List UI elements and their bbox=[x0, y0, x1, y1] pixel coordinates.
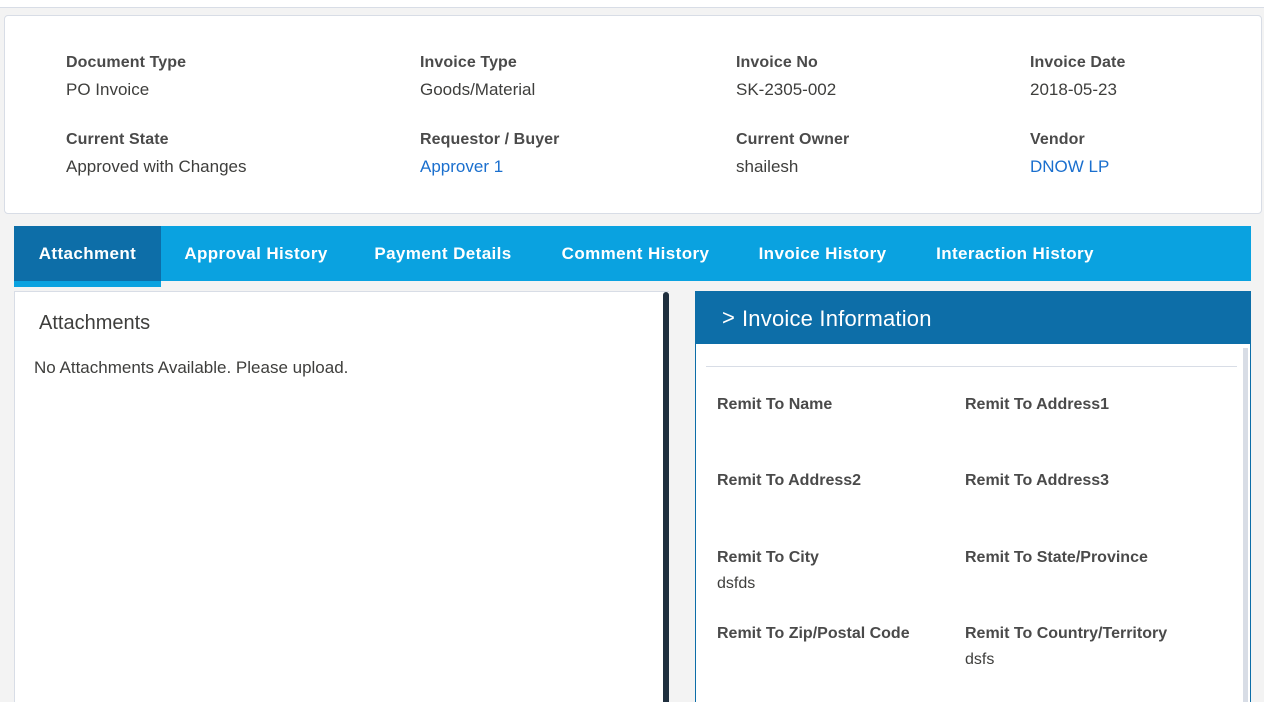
field-value: Goods/Material bbox=[420, 80, 536, 99]
requestor-link[interactable]: Approver 1 bbox=[420, 157, 560, 177]
field-label: Remit To City bbox=[717, 549, 819, 566]
field-value: dsfs bbox=[965, 651, 995, 668]
detail-tab-bar: Attachment Approval History Payment Deta… bbox=[14, 226, 1251, 281]
field-label: Remit To Name bbox=[717, 396, 833, 413]
chevron-right-icon: > bbox=[722, 305, 735, 330]
field-remit-to-name: Remit To Name bbox=[717, 396, 832, 422]
tab-comment-history[interactable]: Comment History bbox=[546, 226, 725, 281]
field-label: Remit To State/Province bbox=[965, 549, 1148, 566]
field-label: Current State bbox=[66, 131, 169, 148]
field-current-state: Current State Approved with Changes bbox=[66, 131, 247, 177]
field-label: Remit To Address2 bbox=[717, 472, 862, 489]
field-label: Vendor bbox=[1030, 131, 1085, 148]
field-document-type: Document Type PO Invoice bbox=[66, 54, 186, 100]
field-value: SK-2305-002 bbox=[736, 80, 837, 99]
tab-attachment[interactable]: Attachment bbox=[14, 226, 161, 281]
field-remit-to-zip: Remit To Zip/Postal Code bbox=[717, 625, 910, 651]
field-label: Invoice Type bbox=[420, 54, 517, 71]
tab-interaction-history[interactable]: Interaction History bbox=[919, 226, 1111, 281]
field-value: PO Invoice bbox=[66, 80, 150, 99]
top-strip bbox=[0, 0, 1264, 8]
field-remit-to-address3: Remit To Address3 bbox=[965, 472, 1109, 498]
invoice-header-card: Document Type PO Invoice Invoice Type Go… bbox=[4, 15, 1262, 214]
field-value: Approved with Changes bbox=[66, 157, 247, 176]
field-remit-to-address1: Remit To Address1 bbox=[965, 396, 1109, 422]
active-tab-indicator bbox=[14, 281, 161, 287]
field-remit-to-address2: Remit To Address2 bbox=[717, 472, 861, 498]
invoice-information-title: Invoice Information bbox=[742, 306, 932, 331]
field-remit-to-state-province: Remit To State/Province bbox=[965, 549, 1148, 575]
invoice-information-header[interactable]: > Invoice Information bbox=[696, 292, 1250, 344]
attachments-panel: Attachments No Attachments Available. Pl… bbox=[14, 291, 669, 702]
field-label: Invoice Date bbox=[1030, 54, 1126, 71]
tab-payment-details[interactable]: Payment Details bbox=[359, 226, 527, 281]
field-label: Requestor / Buyer bbox=[420, 131, 560, 148]
attachments-title: Attachments bbox=[39, 312, 151, 334]
field-remit-to-country: Remit To Country/Territory dsfs bbox=[965, 625, 1167, 669]
tab-invoice-history[interactable]: Invoice History bbox=[744, 226, 901, 281]
invoice-info-scrollbar[interactable] bbox=[1243, 348, 1248, 702]
field-vendor: Vendor DNOW LP bbox=[1030, 131, 1109, 177]
field-value: dsfds bbox=[717, 575, 756, 592]
field-value: 2018-05-23 bbox=[1030, 80, 1117, 99]
field-label: Remit To Address1 bbox=[965, 396, 1110, 413]
invoice-information-panel: > Invoice Information Remit To Name Remi… bbox=[695, 291, 1251, 702]
field-label: Remit To Address3 bbox=[965, 472, 1110, 489]
field-invoice-no: Invoice No SK-2305-002 bbox=[736, 54, 836, 100]
field-label: Remit To Country/Territory bbox=[965, 625, 1168, 642]
divider bbox=[706, 366, 1237, 367]
attachments-empty-message: No Attachments Available. Please upload. bbox=[34, 358, 349, 377]
field-value: shailesh bbox=[736, 157, 799, 176]
field-invoice-date: Invoice Date 2018-05-23 bbox=[1030, 54, 1125, 100]
vendor-link[interactable]: DNOW LP bbox=[1030, 157, 1109, 177]
field-current-owner: Current Owner shailesh bbox=[736, 131, 849, 177]
field-label: Remit To Zip/Postal Code bbox=[717, 625, 910, 642]
field-remit-to-city: Remit To City dsfds bbox=[717, 549, 819, 593]
field-label: Document Type bbox=[66, 54, 187, 71]
field-invoice-type: Invoice Type Goods/Material bbox=[420, 54, 535, 100]
field-requestor-buyer: Requestor / Buyer Approver 1 bbox=[420, 131, 560, 177]
field-label: Invoice No bbox=[736, 54, 818, 71]
tab-approval-history[interactable]: Approval History bbox=[169, 226, 343, 281]
field-label: Current Owner bbox=[736, 131, 850, 148]
attachments-scrollbar[interactable] bbox=[663, 292, 669, 702]
